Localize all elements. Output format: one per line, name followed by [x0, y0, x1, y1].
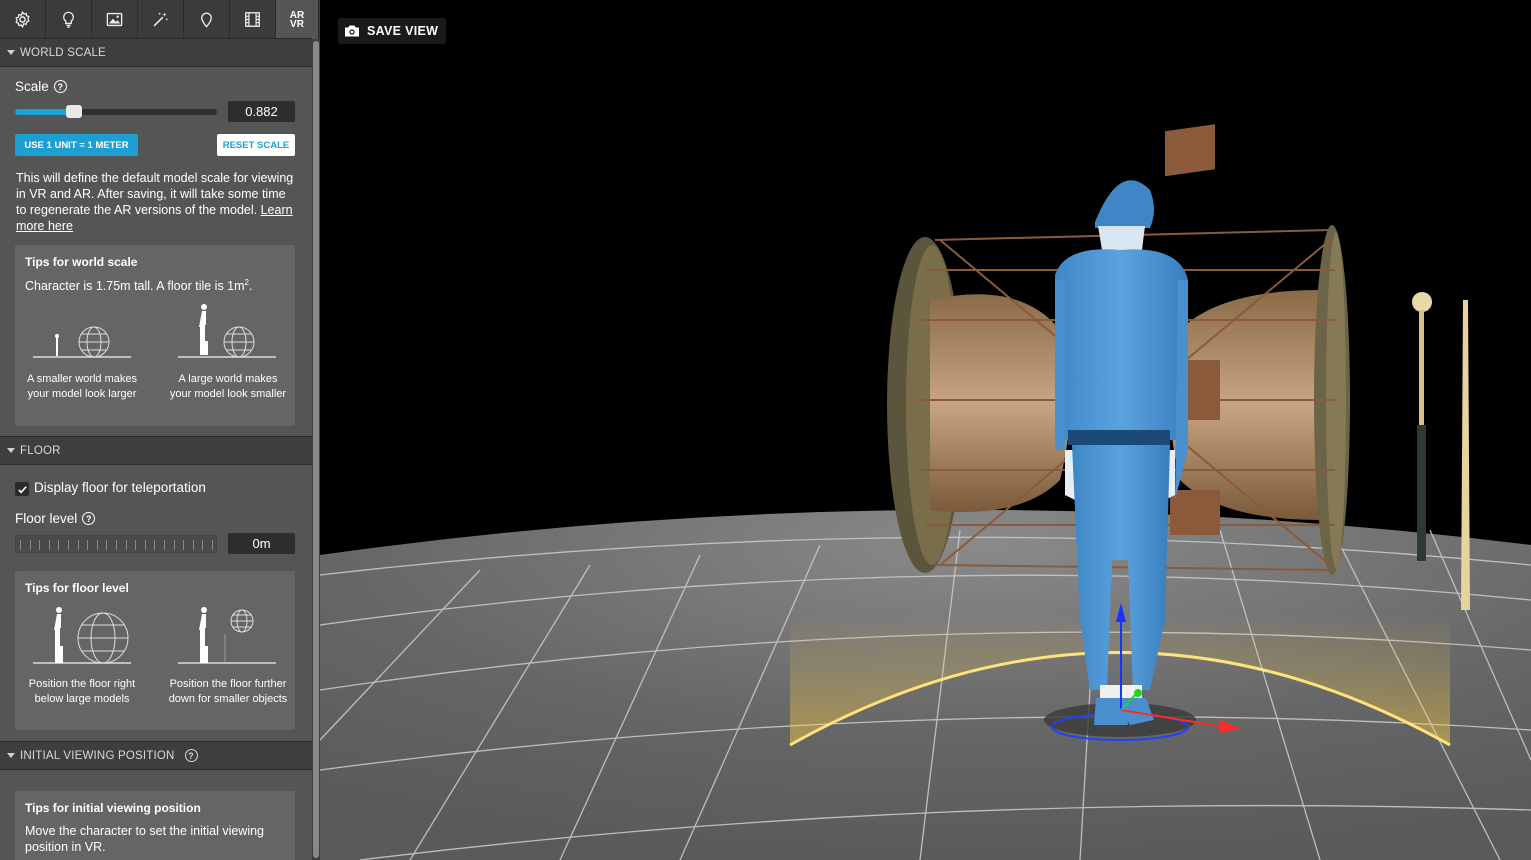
settings-panel: AR VR WORLD SCALE Scale ? 0.882 USE 1 UN…: [0, 0, 320, 860]
tab-materials[interactable]: [92, 0, 138, 39]
floor-level-tick: [202, 540, 203, 550]
section-header-initial-viewing-position[interactable]: INITIAL VIEWING POSITION ?: [0, 741, 312, 770]
chevron-down-icon: [7, 753, 15, 758]
tips-title: Tips for world scale: [25, 255, 138, 269]
tip-caption-left: A smaller world makes your model look la…: [26, 373, 138, 400]
panel-tabs: AR VR: [0, 0, 320, 39]
floor-level-tick: [174, 540, 175, 550]
floor-level-tick: [212, 540, 213, 550]
tab-postprocessing[interactable]: [138, 0, 184, 39]
ar-vr-icon: AR VR: [289, 9, 305, 30]
large-model-floor-illustration: [33, 607, 131, 664]
drum-stick: [1461, 300, 1470, 610]
tips-subtitle-text: Character is 1.75m tall. A floor tile is…: [25, 279, 245, 294]
scale-slider[interactable]: [15, 105, 217, 118]
tips-text: Move the character to set the initial vi…: [25, 824, 265, 854]
tip-caption-right: Position the floor further down for smal…: [168, 678, 288, 705]
image-icon: [106, 12, 123, 27]
scale-slider-fill: [15, 109, 74, 115]
tip-caption-left: Position the floor right below large mod…: [28, 678, 136, 705]
floor-level-tick: [49, 540, 50, 550]
floor-level-tick: [126, 540, 127, 550]
floor-level-tick: [30, 540, 31, 550]
floor-level-tick: [183, 540, 184, 550]
scale-label-text: Scale: [15, 79, 49, 94]
gear-icon: [15, 11, 30, 28]
floor-level-tick: [193, 540, 194, 550]
camera-icon: [345, 25, 359, 37]
chevron-down-icon: [7, 50, 15, 55]
checkmark-icon: [17, 485, 27, 493]
use-one-unit-meter-button[interactable]: USE 1 UNIT = 1 METER: [15, 134, 138, 156]
tips-floor-level: Tips for floor level Position the floor …: [15, 571, 295, 730]
scene-render: [320, 124, 1531, 860]
section-title: FLOOR: [20, 444, 61, 457]
chevron-down-icon: [7, 448, 15, 453]
panel-scrollbar[interactable]: [312, 39, 320, 860]
save-view-button[interactable]: SAVE VIEW: [338, 18, 447, 44]
tab-annotations[interactable]: [184, 0, 230, 39]
floor-level-tick: [106, 540, 107, 550]
help-icon[interactable]: ?: [184, 749, 198, 762]
floor-level-tick: [145, 540, 146, 550]
scale-value-input[interactable]: 0.882: [228, 101, 295, 122]
section-header-world-scale[interactable]: WORLD SCALE: [0, 38, 312, 67]
section-title: WORLD SCALE: [20, 46, 106, 59]
description-text: This will define the default model scale…: [16, 171, 294, 217]
tips-world-scale: Tips for world scale Character is 1.75m …: [15, 245, 295, 426]
floor-level-tick: [39, 540, 40, 550]
tips-subtitle: Character is 1.75m tall. A floor tile is…: [25, 278, 252, 293]
small-world-illustration: [33, 326, 131, 358]
magic-wand-icon: [153, 12, 169, 27]
save-view-label: SAVE VIEW: [367, 24, 439, 38]
scale-slider-thumb[interactable]: [65, 105, 82, 118]
tips-initial-viewing-position: Tips for initial viewing position Move t…: [15, 791, 295, 860]
tips-subtitle-end: .: [248, 279, 253, 294]
tab-lighting[interactable]: [46, 0, 92, 39]
small-object-floor-illustration: [178, 607, 276, 664]
floor-level-tick: [135, 540, 136, 550]
floor-level-tick: [78, 540, 79, 550]
tips-title: Tips for initial viewing position: [25, 801, 201, 815]
display-floor-label[interactable]: Display floor for teleportation: [34, 480, 206, 495]
tab-general[interactable]: [0, 0, 46, 39]
map-pin-icon: [201, 12, 212, 28]
tip-caption-right: A large world makes your model look smal…: [169, 373, 287, 400]
lightbulb-icon: [63, 11, 74, 28]
floor-level-tick: [116, 540, 117, 550]
scale-label: Scale ?: [15, 79, 67, 94]
help-icon[interactable]: ?: [82, 512, 96, 525]
display-floor-checkbox[interactable]: [15, 482, 29, 496]
floor-level-label: Floor level ?: [15, 511, 96, 526]
floor-level-tick: [87, 540, 88, 550]
tab-ar-vr[interactable]: AR VR: [276, 0, 319, 39]
help-icon[interactable]: ?: [53, 80, 67, 93]
floor-level-tick: [154, 540, 155, 550]
section-title: INITIAL VIEWING POSITION: [20, 749, 175, 762]
floor-level-tick: [58, 540, 59, 550]
reset-scale-button[interactable]: RESET SCALE: [217, 134, 295, 156]
world-scale-description: This will define the default model scale…: [16, 170, 298, 234]
large-world-illustration: [178, 304, 276, 358]
film-icon: [245, 12, 260, 27]
floor-level-label-text: Floor level: [15, 511, 78, 526]
tips-title: Tips for floor level: [25, 581, 129, 595]
floor-level-tick: [97, 540, 98, 550]
app-window: AR VR WORLD SCALE Scale ? 0.882 USE 1 UN…: [0, 0, 1531, 860]
floor-level-value-input[interactable]: 0m: [228, 533, 295, 554]
drum-stick-mallet: [1412, 292, 1432, 561]
scrollbar-thumb[interactable]: [313, 41, 319, 858]
floor-level-tick: [68, 540, 69, 550]
floor-level-tick: [164, 540, 165, 550]
floor-level-tick: [20, 540, 21, 550]
3d-viewport[interactable]: [320, 0, 1531, 860]
section-header-floor[interactable]: FLOOR: [0, 436, 312, 465]
tab-animation[interactable]: [230, 0, 276, 39]
floor-level-slider[interactable]: [15, 535, 217, 553]
